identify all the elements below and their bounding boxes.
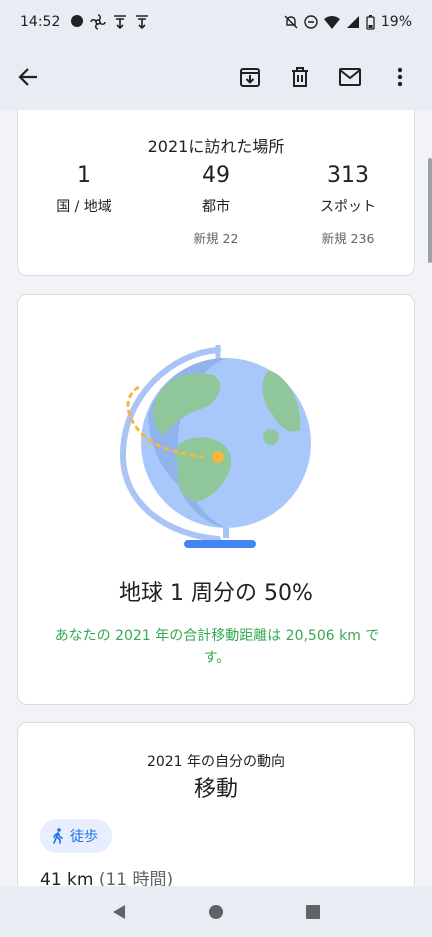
walking-icon — [53, 828, 63, 844]
dnd-icon — [304, 15, 318, 29]
places-stats: 1 国 / 地域 49 都市 新規 22 313 スポット 新規 236 — [18, 149, 414, 246]
globe-description: あなたの 2021 年の合計移動距離は 20,506 km です。 — [54, 628, 380, 666]
status-time: 14:52 — [20, 14, 61, 30]
download-notification-icon — [114, 15, 127, 30]
stat-label: 都市 — [202, 199, 230, 215]
distance-value: 41 km — [40, 870, 94, 886]
system-navigation-bar — [0, 886, 432, 937]
stat-label: スポット — [320, 199, 376, 215]
delete-button[interactable] — [280, 57, 320, 97]
stat-number: 49 — [202, 163, 230, 188]
globe-card: 地球 1 周分の 50% あなたの 2021 年の合計移動距離は 20,506 … — [17, 294, 415, 705]
battery-percent: 19% — [380, 14, 412, 30]
stat-label: 国 / 地域 — [56, 199, 112, 215]
walking-chip: 徒歩 — [40, 819, 112, 853]
mail-button[interactable] — [330, 57, 370, 97]
archive-icon — [240, 68, 260, 87]
scrollbar[interactable] — [428, 158, 432, 263]
mail-icon — [339, 68, 361, 86]
stat-new — [18, 228, 150, 244]
stat-cities: 49 都市 新規 22 — [150, 149, 282, 246]
nav-recents-icon[interactable] — [305, 904, 321, 920]
more-vert-icon — [397, 67, 403, 87]
walking-distance: 41 km (11 時間) — [40, 865, 173, 886]
mute-icon — [284, 15, 298, 29]
stat-number: 313 — [327, 163, 369, 188]
trash-icon — [292, 67, 308, 87]
stat-countries: 1 国 / 地域 — [18, 149, 150, 244]
battery-icon — [366, 14, 375, 30]
signal-icon — [346, 16, 359, 28]
status-bar: 14:52 19% — [0, 0, 432, 44]
download-notification-icon-2 — [136, 15, 149, 30]
stat-spots: 313 スポット 新規 236 — [282, 149, 414, 246]
back-button[interactable] — [8, 57, 48, 97]
chip-label: 徒歩 — [70, 829, 98, 845]
duration-value: (11 時間) — [98, 870, 174, 886]
more-options-button[interactable] — [380, 57, 420, 97]
stat-number: 1 — [77, 163, 91, 188]
email-content[interactable]: 2021に訪れた場所 1 国 / 地域 49 都市 新規 22 313 スポット… — [0, 110, 432, 886]
nav-back-icon[interactable] — [111, 904, 127, 920]
wifi-icon — [323, 16, 340, 29]
toolbar — [0, 44, 432, 110]
archive-button[interactable] — [230, 57, 270, 97]
stat-new: 新規 22 — [193, 231, 239, 246]
arrow-left-icon — [18, 68, 37, 86]
globe-illustration — [78, 315, 318, 555]
movement-card: 2021 年の自分の動向 移動 徒歩 41 km (11 時間) — [17, 722, 415, 886]
places-card: 2021に訪れた場所 1 国 / 地域 49 都市 新規 22 313 スポット… — [17, 110, 415, 276]
globe-title: 地球 1 周分の 50% — [119, 581, 313, 606]
fan-icon — [90, 14, 107, 30]
nav-home-icon[interactable] — [208, 904, 224, 920]
movement-title: 移動 — [193, 777, 238, 802]
movement-subtitle: 2021 年の自分の動向 — [146, 754, 286, 770]
chat-notification-icon — [71, 15, 84, 27]
stat-new: 新規 236 — [321, 231, 375, 246]
